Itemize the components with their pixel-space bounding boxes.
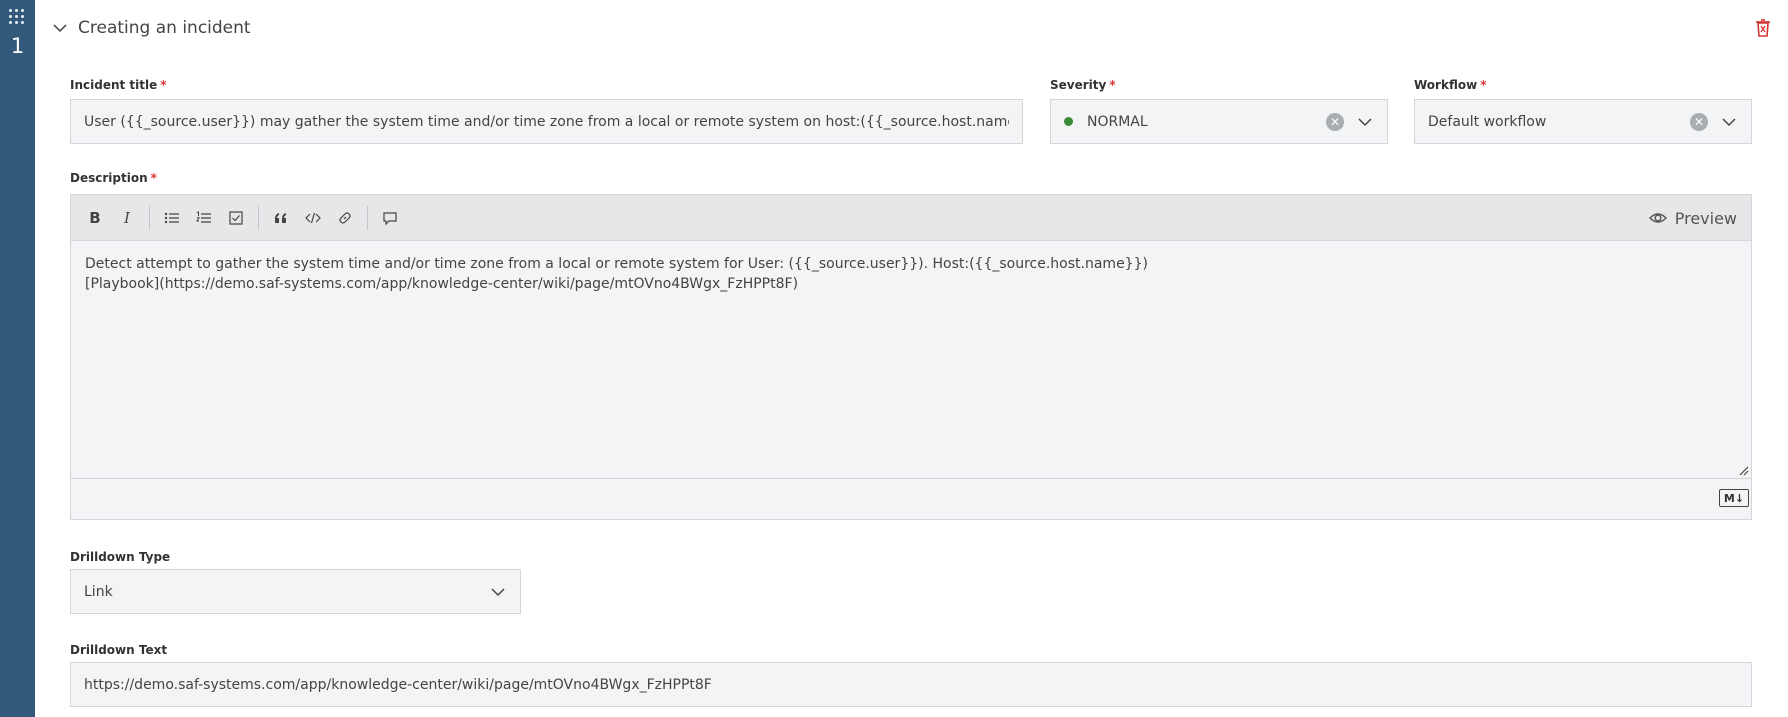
editor-statusbar: M↓ [71, 478, 1751, 519]
markdown-icon: M↓ [1719, 489, 1749, 507]
drag-grip-icon[interactable] [9, 9, 25, 25]
toolbar-divider [258, 205, 259, 230]
drilldown-type-label: Drilldown Type [70, 550, 171, 564]
eye-icon [1648, 213, 1667, 223]
checkbox-icon [229, 210, 243, 225]
severity-value: NORMAL [1087, 113, 1148, 130]
chevron-down-icon[interactable] [1356, 113, 1374, 131]
severity-select[interactable]: NORMAL ✕ [1050, 99, 1388, 144]
task-list-button[interactable] [220, 202, 252, 234]
numbered-list-button[interactable] [188, 202, 220, 234]
description-editor: B I Preview Detect attempt to gather the… [70, 194, 1752, 520]
left-step-rail: 1 [0, 0, 35, 717]
severity-status-dot [1064, 117, 1073, 126]
bulleted-list-icon [164, 212, 179, 223]
workflow-value: Default workflow [1428, 113, 1547, 130]
italic-button[interactable]: I [111, 202, 143, 234]
description-textarea[interactable]: Detect attempt to gather the system time… [71, 241, 1751, 478]
code-button[interactable] [297, 202, 329, 234]
comment-button[interactable] [374, 202, 406, 234]
toolbar-divider [149, 205, 150, 230]
incident-title-label: Incident title * [70, 78, 167, 92]
link-icon [339, 211, 351, 224]
chevron-down-icon[interactable] [489, 583, 507, 601]
chevron-down-icon [53, 24, 67, 33]
workflow-label: Workflow * [1414, 78, 1487, 92]
quote-button[interactable] [265, 202, 297, 234]
description-line: Detect attempt to gather the system time… [85, 256, 1148, 272]
incident-title-value: User ({{_source.user}}) may gather the s… [84, 113, 1009, 130]
step-number: 1 [10, 34, 25, 58]
workflow-select[interactable]: Default workflow ✕ [1414, 99, 1752, 144]
description-label: Description * [70, 171, 157, 185]
numbered-list-icon [196, 210, 211, 223]
workflow-clear-icon[interactable]: ✕ [1690, 112, 1708, 131]
severity-clear-icon[interactable]: ✕ [1326, 112, 1344, 131]
drilldown-text-value: https://demo.saf-systems.com/app/knowled… [84, 676, 712, 693]
preview-button[interactable]: Preview [1648, 195, 1737, 241]
bold-button[interactable]: B [79, 202, 111, 234]
preview-label: Preview [1674, 208, 1737, 228]
drilldown-text-input[interactable]: https://demo.saf-systems.com/app/knowled… [70, 662, 1752, 707]
code-icon [305, 212, 321, 223]
toolbar-divider [367, 205, 368, 230]
description-line: [Playbook](https://demo.saf-systems.com/… [85, 276, 799, 292]
delete-step-icon[interactable] [1752, 17, 1774, 39]
bulleted-list-button[interactable] [156, 202, 188, 234]
drilldown-type-value: Link [84, 583, 113, 600]
link-button[interactable] [329, 202, 361, 234]
step-title: Creating an incident [78, 18, 251, 38]
severity-label: Severity * [1050, 78, 1116, 92]
incident-title-input[interactable]: User ({{_source.user}}) may gather the s… [70, 99, 1023, 144]
editor-toolbar: B I Preview [71, 195, 1751, 241]
step-header-toggle[interactable]: Creating an incident [50, 14, 251, 42]
drilldown-text-label: Drilldown Text [70, 643, 168, 657]
comment-icon [383, 211, 397, 225]
chevron-down-icon[interactable] [1720, 113, 1738, 131]
resize-handle-icon[interactable] [1739, 466, 1749, 476]
drilldown-type-select[interactable]: Link [70, 569, 521, 614]
quote-icon [275, 212, 286, 223]
